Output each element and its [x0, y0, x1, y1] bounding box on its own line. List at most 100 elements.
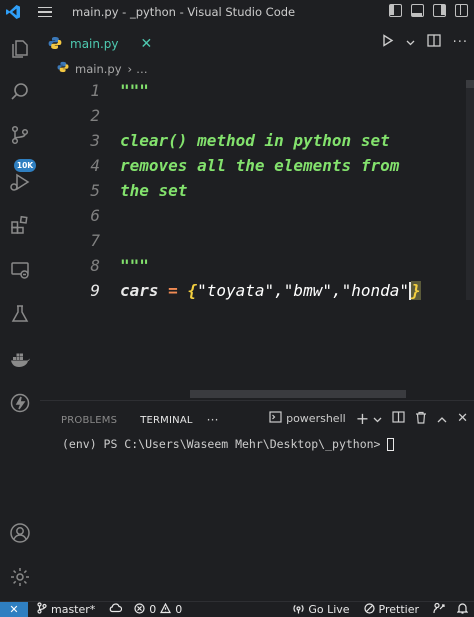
line-number: 7 — [90, 231, 100, 250]
customize-layout-icon[interactable] — [455, 4, 468, 17]
breadcrumb-symbols[interactable]: … — [136, 62, 148, 76]
code-line: 5 the set — [40, 178, 470, 203]
minimap-slider[interactable] — [466, 80, 474, 88]
comma-token: , — [331, 280, 342, 300]
maximize-panel-chevron-icon[interactable] — [437, 412, 447, 426]
feedback-person-icon — [433, 602, 445, 617]
tab-terminal[interactable]: TERMINAL — [140, 415, 192, 426]
tab-close-button[interactable]: ✕ — [141, 36, 153, 52]
terminal-shell-label[interactable]: powershell — [286, 412, 346, 425]
docker-icon[interactable] — [7, 346, 33, 372]
code-line: 8 """ — [40, 253, 470, 278]
testing-icon[interactable] — [7, 301, 33, 327]
operator-token: = — [168, 280, 178, 300]
status-bar: ✕ master* 0 0 Go Live Prettier — [0, 601, 474, 617]
line-number: 2 — [90, 106, 100, 125]
line-number: 6 — [90, 206, 100, 225]
source-control-icon[interactable] — [7, 122, 33, 148]
toggle-panel-icon[interactable] — [411, 4, 424, 17]
terminal-shell-icon — [269, 411, 282, 426]
breadcrumb-python-icon — [57, 61, 69, 76]
prettier-label: Prettier — [378, 603, 419, 616]
terminal-prompt: (env) PS C:\Users\Waseem Mehr\Desktop\_p… — [62, 437, 381, 451]
notifications-button[interactable] — [456, 602, 469, 617]
line-text: """ — [120, 256, 149, 275]
close-panel-icon[interactable]: ✕ — [457, 411, 468, 426]
run-dropdown-chevron-icon[interactable] — [406, 35, 415, 50]
line-text: the set — [120, 181, 188, 200]
tab-problems[interactable]: PROBLEMS — [61, 415, 117, 426]
sync-cloud-icon — [109, 603, 123, 616]
problems-indicator[interactable]: 0 0 — [134, 602, 183, 617]
line-number: 4 — [90, 156, 100, 175]
code-line: 1 """ — [40, 78, 470, 103]
split-terminal-icon[interactable] — [392, 411, 405, 426]
broadcast-icon — [293, 603, 304, 617]
prettier-button[interactable]: Prettier — [363, 602, 419, 617]
toggle-primary-sidebar-icon[interactable] — [389, 4, 402, 17]
tab-bar: main.py ✕ ··· — [40, 30, 474, 60]
close-brace-token: } — [411, 280, 421, 300]
breadcrumb: main.py › … — [57, 61, 148, 76]
kill-terminal-trash-icon[interactable] — [415, 411, 427, 427]
remote-indicator-icon[interactable]: ✕ — [0, 601, 28, 617]
line-text: removes all the elements from — [120, 156, 400, 175]
vscode-logo-icon — [0, 0, 26, 24]
line-number: 1 — [90, 81, 100, 100]
title-bar: main.py - _python - Visual Studio Code — [0, 0, 474, 24]
run-debug-icon[interactable] — [7, 169, 33, 195]
go-live-label: Go Live — [308, 603, 350, 616]
run-python-file-icon[interactable] — [382, 34, 394, 51]
prettier-double-check-icon — [363, 602, 375, 617]
code-line-active: 9 cars = {"toyata","bmw","honda"} — [40, 278, 470, 303]
terminal-output[interactable]: (env) PS C:\Users\Waseem Mehr\Desktop\_p… — [62, 437, 394, 451]
terminal-cursor — [386, 437, 394, 451]
minimap[interactable] — [466, 80, 474, 300]
line-text: """ — [120, 81, 149, 100]
line-number: 9 — [90, 281, 100, 300]
remote-explorer-icon[interactable] — [7, 257, 33, 283]
error-icon — [134, 602, 145, 617]
panel-more-icon[interactable]: ··· — [207, 413, 219, 427]
terminal-panel: PROBLEMS TERMINAL ··· powershell + ✕ (en… — [40, 400, 474, 601]
split-editor-icon[interactable] — [426, 34, 441, 51]
editor-area: main.py ✕ ··· main.py › … 1 """ 2 3 clea… — [40, 24, 474, 400]
explorer-icon[interactable] — [7, 36, 33, 62]
terminal-dropdown-chevron-icon[interactable] — [373, 412, 382, 426]
string-token: "bmw" — [283, 280, 332, 300]
extensions-icon[interactable] — [7, 212, 33, 238]
tab-main-py[interactable]: main.py ✕ — [48, 30, 152, 58]
branch-indicator[interactable]: master* — [37, 602, 95, 617]
string-token: "honda" — [341, 280, 410, 300]
variable-token: cars — [120, 280, 159, 300]
breadcrumb-chevron-icon: › — [127, 61, 133, 76]
menu-icon[interactable] — [38, 0, 60, 24]
account-icon[interactable] — [7, 520, 33, 546]
activity-bar: 10K — [0, 24, 40, 601]
code-line: 7 — [40, 228, 470, 253]
line-text: clear() method in python set — [120, 131, 390, 150]
code-line: 4 removes all the elements from — [40, 153, 470, 178]
comma-token: , — [274, 280, 284, 300]
window-title: main.py - _python - Visual Studio Code — [72, 5, 296, 19]
line-number: 8 — [90, 256, 100, 275]
search-icon[interactable] — [7, 79, 33, 105]
string-token: "toyata" — [197, 280, 275, 300]
breadcrumb-file[interactable]: main.py — [75, 62, 122, 76]
go-live-button[interactable]: Go Live — [293, 603, 350, 617]
sync-indicator[interactable] — [109, 603, 123, 616]
code-line: 2 — [40, 103, 470, 128]
toggle-secondary-sidebar-icon[interactable] — [433, 4, 446, 17]
branch-name: master* — [51, 603, 96, 616]
new-terminal-icon[interactable]: + — [356, 409, 369, 428]
feedback-button[interactable] — [433, 602, 445, 617]
warning-count: 0 — [175, 603, 183, 616]
more-actions-icon[interactable]: ··· — [453, 35, 468, 50]
line-number: 5 — [90, 181, 100, 200]
settings-gear-icon[interactable] — [7, 564, 33, 590]
tab-label: main.py — [70, 37, 119, 51]
thunder-icon[interactable] — [7, 390, 33, 416]
code-line: 3 clear() method in python set — [40, 128, 470, 153]
horizontal-scrollbar[interactable] — [190, 390, 406, 398]
code-line: 6 — [40, 203, 470, 228]
